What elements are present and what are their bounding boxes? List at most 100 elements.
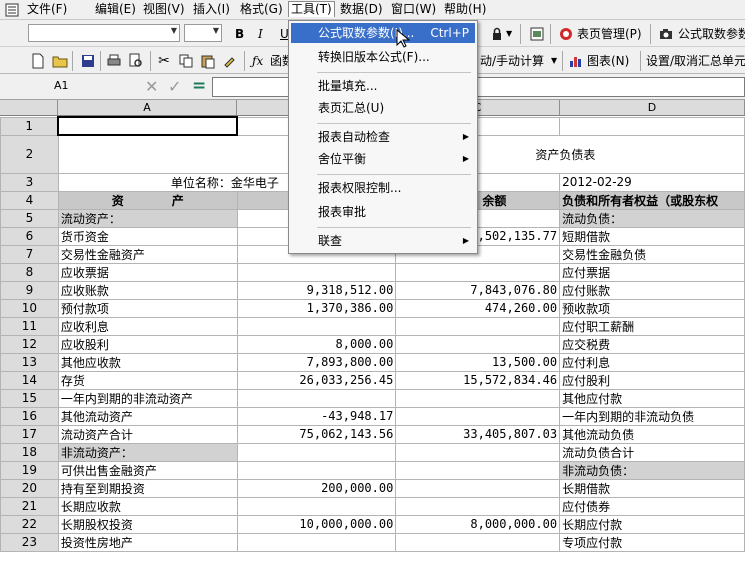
menu-data[interactable]: 数据(D) — [340, 2, 383, 17]
menu-item-approval[interactable]: 报表审批 — [291, 202, 475, 222]
liability-item-cell[interactable]: 预收款项 — [559, 298, 745, 318]
liability-item-cell[interactable]: 长期借款 — [559, 478, 745, 498]
table-cell[interactable] — [559, 116, 745, 136]
menu-item-rounding-balance[interactable]: 舍位平衡 ▶ — [291, 149, 475, 169]
liability-item-cell[interactable]: 应付账款 — [559, 280, 745, 300]
ending-balance-cell[interactable] — [395, 316, 561, 336]
ending-balance-cell[interactable] — [395, 334, 561, 354]
paste-icon[interactable] — [198, 51, 218, 71]
asset-item-cell[interactable]: 持有至到期投资 — [57, 478, 238, 498]
asset-item-cell[interactable]: 长期股权投资 — [57, 514, 238, 534]
ending-balance-cell[interactable] — [395, 388, 561, 408]
beginning-balance-cell[interactable] — [236, 532, 397, 552]
beginning-balance-cell[interactable]: 1,370,386.00 — [236, 298, 397, 318]
ending-balance-cell[interactable] — [395, 496, 561, 516]
cell-reference[interactable]: A1 — [54, 76, 69, 96]
menu-view[interactable]: 视图(V) — [143, 2, 185, 17]
new-file-icon[interactable] — [28, 51, 48, 71]
asset-item-cell[interactable]: 流动资产合计 — [57, 424, 238, 444]
liability-item-cell[interactable]: 非流动负债： — [559, 460, 745, 480]
calc-mode-dropdown-arrow[interactable]: ▼ — [551, 51, 557, 71]
equals-icon[interactable]: = — [192, 76, 206, 96]
ending-balance-cell[interactable] — [395, 460, 561, 480]
row-header[interactable]: 9 — [0, 280, 59, 300]
asset-item-cell[interactable]: 应收票据 — [57, 262, 238, 282]
menu-item-formula-param[interactable]: 公式取数参数(I)... Ctrl+P — [291, 23, 475, 43]
ending-balance-cell[interactable]: 474,260.00 — [395, 298, 561, 318]
row-header[interactable]: 12 — [0, 334, 59, 354]
liability-item-cell[interactable]: 交易性金融负债 — [559, 244, 745, 264]
asset-item-cell[interactable]: 交易性金融资产 — [57, 244, 238, 264]
beginning-balance-cell[interactable] — [236, 388, 397, 408]
menu-item-linked-query[interactable]: 联查 ▶ — [291, 231, 475, 251]
asset-item-cell[interactable]: 应收利息 — [57, 316, 238, 336]
row-header[interactable]: 17 — [0, 424, 59, 444]
header-asset-cell[interactable]: 资 产 — [57, 190, 238, 210]
liability-item-cell[interactable]: 应付票据 — [559, 262, 745, 282]
liability-item-cell[interactable]: 专项应付款 — [559, 532, 745, 552]
beginning-balance-cell[interactable] — [236, 496, 397, 516]
liability-item-cell[interactable]: 应付债券 — [559, 496, 745, 516]
ending-balance-cell[interactable] — [395, 478, 561, 498]
row-header[interactable]: 1 — [0, 116, 59, 136]
row-header[interactable]: 20 — [0, 478, 59, 498]
liability-item-cell[interactable]: 长期应付款 — [559, 514, 745, 534]
copy-icon[interactable] — [176, 51, 196, 71]
bold-button[interactable]: B — [235, 24, 244, 44]
menu-window[interactable]: 窗口(W) — [391, 2, 436, 17]
asset-item-cell[interactable]: 应收股利 — [57, 334, 238, 354]
chart-button[interactable]: 图表(N) — [587, 51, 629, 71]
menu-file[interactable]: 文件(F) — [27, 2, 67, 17]
row-header[interactable]: 21 — [0, 496, 59, 516]
formula-param-button[interactable]: 公式取数参数 — [678, 24, 745, 44]
row-header[interactable]: 3 — [0, 172, 59, 192]
menu-edit[interactable]: 编辑(E) — [95, 2, 136, 17]
column-header-d[interactable]: D — [560, 100, 745, 115]
print-preview-icon[interactable] — [126, 51, 146, 71]
row-header[interactable]: 22 — [0, 514, 59, 534]
menu-item-permission-control[interactable]: 报表权限控制... — [291, 178, 475, 198]
select-all-corner[interactable] — [0, 100, 58, 115]
sheet-manage-button[interactable]: 表页管理(P) — [577, 24, 642, 44]
row-header[interactable]: 6 — [0, 226, 59, 246]
row-header[interactable]: 16 — [0, 406, 59, 426]
menu-format[interactable]: 格式(G) — [240, 2, 283, 17]
row-header[interactable]: 5 — [0, 208, 59, 228]
liability-item-cell[interactable]: 短期借款 — [559, 226, 745, 246]
cell-a1-selected[interactable] — [57, 116, 239, 136]
asset-item-cell[interactable]: 应收账款 — [57, 280, 238, 300]
sheet-view-icon[interactable] — [527, 24, 547, 44]
italic-button[interactable]: I — [258, 24, 263, 44]
asset-item-cell[interactable]: 可供出售金融资产 — [57, 460, 238, 480]
asset-item-cell[interactable]: 长期应收款 — [57, 496, 238, 516]
liability-item-cell[interactable]: 应付职工薪酬 — [559, 316, 745, 336]
beginning-balance-cell[interactable]: 10,000,000.00 — [236, 514, 397, 534]
header-liability-cell[interactable]: 负债和所有者权益（或股东权 — [559, 190, 745, 210]
asset-item-cell[interactable]: 投资性房地产 — [57, 532, 238, 552]
print-icon[interactable] — [104, 51, 124, 71]
menu-item-sheet-summary[interactable]: 表页汇总(U) — [291, 98, 475, 118]
beginning-balance-cell[interactable]: 75,062,143.56 — [236, 424, 397, 444]
liability-item-cell[interactable]: 流动负债： — [559, 208, 745, 228]
column-header-a[interactable]: A — [58, 100, 237, 115]
font-family-combo[interactable]: ▼ — [28, 24, 180, 42]
liability-item-cell[interactable]: 其他流动负债 — [559, 424, 745, 444]
menu-help[interactable]: 帮助(H) — [444, 2, 486, 17]
ending-balance-cell[interactable] — [395, 532, 561, 552]
row-header[interactable]: 8 — [0, 262, 59, 282]
asset-item-cell[interactable]: 货币资金 — [57, 226, 238, 246]
menu-item-batch-fill[interactable]: 批量填充... — [291, 76, 475, 96]
asset-item-cell[interactable]: 其他应收款 — [57, 352, 238, 372]
row-header[interactable]: 14 — [0, 370, 59, 390]
beginning-balance-cell[interactable]: 200,000.00 — [236, 478, 397, 498]
asset-item-cell[interactable]: 存货 — [57, 370, 238, 390]
asset-item-cell[interactable]: 流动资产： — [57, 208, 238, 228]
row-header[interactable]: 18 — [0, 442, 59, 462]
asset-item-cell[interactable]: 非流动资产： — [57, 442, 238, 462]
ending-balance-cell[interactable]: 33,405,807.03 — [395, 424, 561, 444]
liability-item-cell[interactable]: 应付利息 — [559, 352, 745, 372]
liability-item-cell[interactable]: 流动负债合计 — [559, 442, 745, 462]
menu-item-convert-formula[interactable]: 转换旧版本公式(F)... — [291, 47, 475, 67]
row-header[interactable]: 23 — [0, 532, 59, 552]
row-header[interactable]: 7 — [0, 244, 59, 264]
